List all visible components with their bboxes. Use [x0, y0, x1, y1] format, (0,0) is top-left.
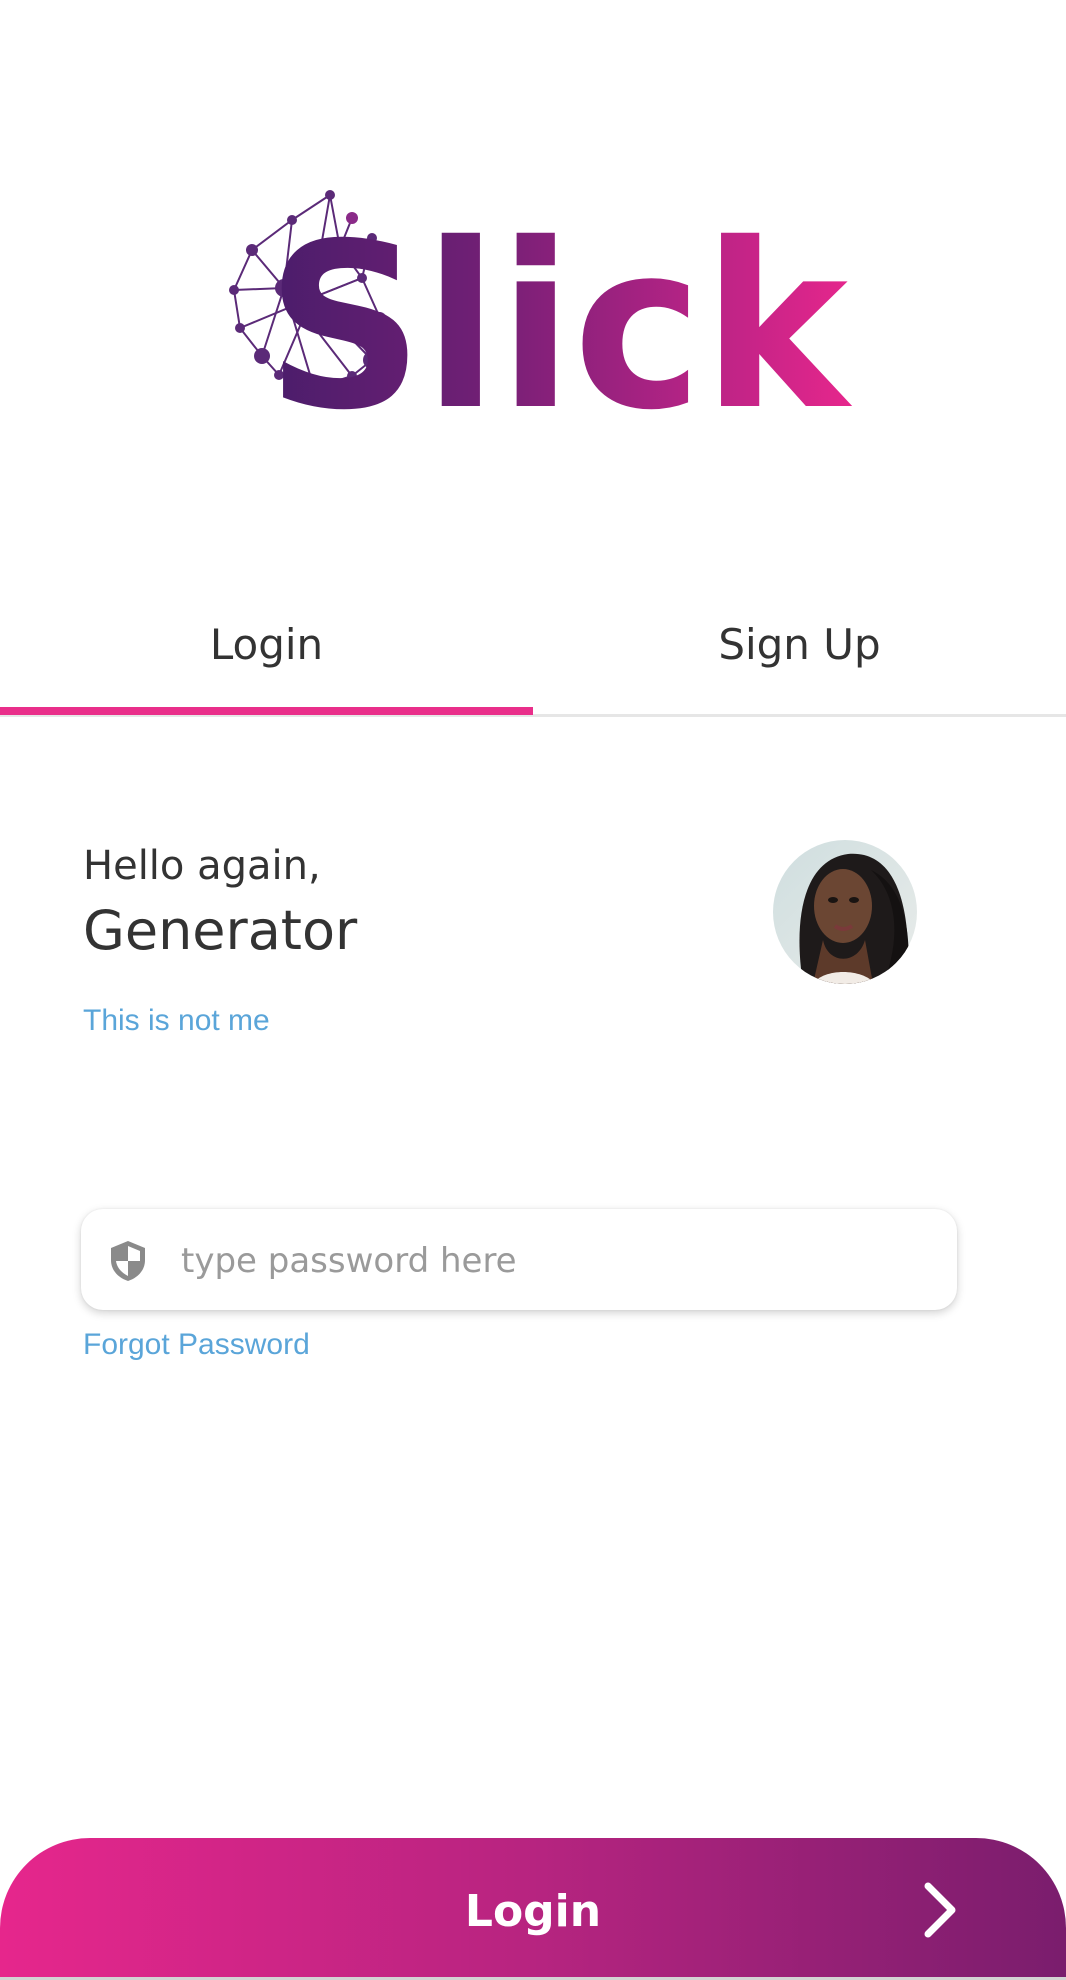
not-me-link[interactable]: This is not me	[83, 1004, 270, 1038]
avatar	[773, 840, 917, 984]
user-name: Generator	[83, 899, 358, 962]
greeting-text: Hello again,	[83, 843, 321, 889]
active-tab-indicator	[0, 707, 533, 715]
password-input[interactable]	[179, 1209, 923, 1312]
tab-signup[interactable]: Sign Up	[533, 580, 1066, 708]
shield-icon	[111, 1241, 145, 1281]
logo-wordmark: Slick	[266, 194, 852, 460]
auth-tabs: Login Sign Up	[0, 580, 1066, 717]
login-button-label: Login	[464, 1886, 602, 1937]
slick-logo-graphic: Slick	[229, 190, 852, 460]
chevron-right-icon	[924, 1882, 956, 1938]
login-button[interactable]: Login	[0, 1838, 1066, 1980]
forgot-password-link[interactable]: Forgot Password	[83, 1328, 310, 1362]
user-avatar-image	[773, 840, 917, 984]
password-field[interactable]	[81, 1209, 957, 1312]
tab-login[interactable]: Login	[0, 580, 533, 708]
app-logo: Slick	[222, 178, 852, 460]
